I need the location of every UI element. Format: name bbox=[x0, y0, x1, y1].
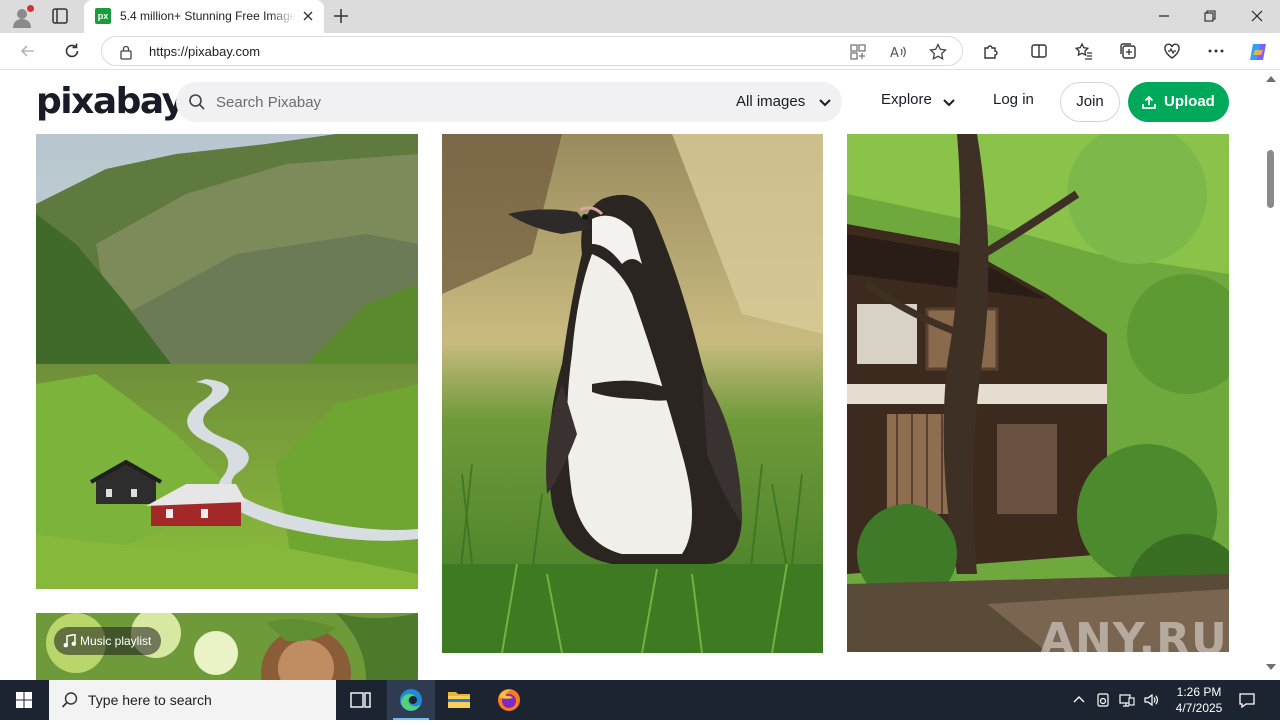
minimize-button[interactable] bbox=[1141, 0, 1187, 33]
svg-text:A: A bbox=[890, 46, 899, 61]
refresh-icon[interactable] bbox=[62, 41, 82, 61]
browser-toolbar: https://pixabay.com A bbox=[0, 33, 1280, 70]
login-link[interactable]: Log in bbox=[993, 91, 1034, 108]
taskbar-clock[interactable]: 1:26 PM 4/7/2025 bbox=[1164, 684, 1234, 716]
tab-actions-icon[interactable] bbox=[50, 6, 70, 26]
more-menu-icon[interactable] bbox=[1206, 41, 1226, 61]
favorites-list-icon[interactable] bbox=[1074, 41, 1094, 61]
photo-penguin[interactable] bbox=[442, 134, 823, 653]
upload-icon bbox=[1141, 94, 1157, 110]
explore-menu-button[interactable]: Explore bbox=[881, 91, 932, 108]
browser-essentials-icon[interactable] bbox=[1162, 41, 1182, 61]
copilot-icon[interactable] bbox=[1247, 41, 1267, 61]
image-type-label: All images bbox=[736, 93, 806, 110]
close-window-button[interactable] bbox=[1234, 0, 1280, 33]
photo-monkey[interactable]: Music playlist bbox=[36, 613, 418, 680]
firefox-icon[interactable] bbox=[485, 680, 533, 720]
lock-icon[interactable] bbox=[119, 44, 133, 60]
browser-tab-active[interactable]: px 5.4 million+ Stunning Free Images to … bbox=[84, 0, 324, 33]
scroll-up-arrow-icon[interactable] bbox=[1266, 76, 1276, 82]
search-input[interactable] bbox=[216, 90, 696, 114]
upload-label: Upload bbox=[1164, 93, 1215, 110]
search-icon[interactable] bbox=[188, 93, 206, 111]
taskbar-search-placeholder: Type here to search bbox=[88, 692, 212, 708]
profile-alert-dot bbox=[27, 5, 34, 12]
page-scrollbar[interactable] bbox=[1262, 71, 1280, 680]
clock-time: 1:26 PM bbox=[1176, 685, 1222, 699]
join-button[interactable]: Join bbox=[1060, 82, 1120, 122]
image-type-dropdown[interactable]: All images bbox=[736, 82, 831, 122]
taskbar-search-box[interactable]: Type here to search bbox=[49, 680, 336, 720]
back-arrow-icon[interactable] bbox=[18, 41, 38, 61]
search-bar: All images bbox=[176, 82, 842, 122]
chevron-down-icon[interactable] bbox=[942, 95, 956, 109]
windows-taskbar: Type here to search 1:26 PM 4/7/2025 bbox=[0, 680, 1280, 720]
scroll-down-arrow-icon[interactable] bbox=[1266, 664, 1276, 670]
music-playlist-label: Music playlist bbox=[80, 634, 152, 648]
pixabay-favicon: px bbox=[95, 8, 111, 24]
upload-button[interactable]: Upload bbox=[1128, 82, 1229, 122]
show-hidden-icons-chevron-icon[interactable] bbox=[1071, 692, 1087, 708]
split-screen-icon[interactable] bbox=[1029, 41, 1049, 61]
read-aloud-icon[interactable]: A bbox=[888, 42, 908, 62]
restore-button[interactable] bbox=[1187, 0, 1233, 33]
profile-icon[interactable] bbox=[10, 5, 34, 29]
network-icon[interactable] bbox=[1119, 692, 1135, 708]
new-tab-button[interactable] bbox=[331, 6, 351, 26]
device-tray-icon[interactable] bbox=[1095, 692, 1111, 708]
volume-icon[interactable] bbox=[1143, 692, 1159, 708]
browser-tab-strip: px 5.4 million+ Stunning Free Images to … bbox=[0, 0, 1280, 33]
pixabay-page: pixabay All images Explore Log in Join U… bbox=[0, 71, 1262, 680]
pixabay-logo[interactable]: pixabay bbox=[36, 83, 185, 121]
extensions-puzzle-icon[interactable] bbox=[981, 41, 1001, 61]
scrollbar-thumb[interactable] bbox=[1267, 150, 1274, 208]
music-playlist-badge[interactable]: Music playlist bbox=[54, 627, 162, 655]
url-text[interactable]: https://pixabay.com bbox=[149, 44, 260, 59]
chevron-down-icon bbox=[818, 95, 832, 109]
anyrun-watermark: ANY.RUN bbox=[1040, 614, 1262, 665]
address-bar[interactable]: https://pixabay.com A bbox=[101, 36, 963, 66]
favorite-star-icon[interactable] bbox=[928, 42, 948, 62]
edge-taskbar-icon[interactable] bbox=[387, 680, 435, 720]
collections-icon[interactable] bbox=[1118, 41, 1138, 61]
photo-valley[interactable] bbox=[36, 134, 418, 589]
music-note-icon bbox=[63, 634, 76, 648]
clock-date: 4/7/2025 bbox=[1175, 701, 1223, 715]
photo-japanese-house[interactable] bbox=[847, 134, 1229, 652]
search-icon bbox=[61, 691, 79, 709]
task-view-icon[interactable] bbox=[336, 680, 384, 720]
tab-title: 5.4 million+ Stunning Free Images to Use… bbox=[120, 9, 296, 23]
tab-close-icon[interactable] bbox=[300, 8, 316, 24]
apps-grid-icon[interactable] bbox=[848, 42, 868, 62]
start-button[interactable] bbox=[0, 680, 48, 720]
file-explorer-icon[interactable] bbox=[435, 680, 483, 720]
notification-center-icon[interactable] bbox=[1238, 691, 1256, 709]
